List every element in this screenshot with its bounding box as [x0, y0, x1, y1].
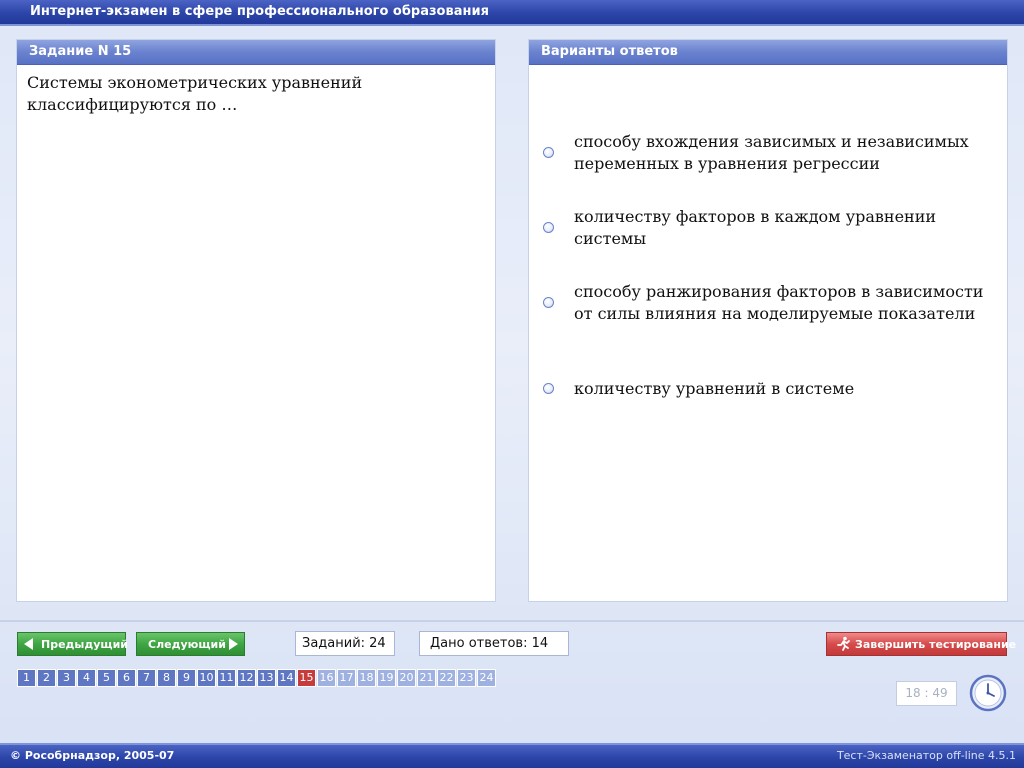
- task-number-5[interactable]: 5: [97, 669, 116, 687]
- task-number-20[interactable]: 20: [397, 669, 416, 687]
- task-panel: Задание N 15 Системы эконометрических ур…: [17, 40, 495, 601]
- task-number-13[interactable]: 13: [257, 669, 276, 687]
- task-number-3[interactable]: 3: [57, 669, 76, 687]
- arrow-right-icon: [229, 638, 238, 650]
- arrow-left-icon: [24, 638, 33, 650]
- answer-option-2[interactable]: количеству факторов в каждом уравнении с…: [543, 206, 983, 250]
- answer-option-4[interactable]: количеству уравнений в системе: [543, 378, 983, 400]
- version-text: Тест-Экзаменатор off-line 4.5.1: [836, 749, 1016, 762]
- task-number-22[interactable]: 22: [437, 669, 456, 687]
- copyright-text: © Рособрнадзор, 2005-07: [10, 749, 175, 762]
- task-number-7[interactable]: 7: [137, 669, 156, 687]
- radio-button-3[interactable]: [543, 297, 554, 308]
- finish-test-button[interactable]: Завершить тестирование: [826, 632, 1016, 656]
- answer-option-3-label[interactable]: способу ранжирования факторов в зависимо…: [574, 281, 984, 325]
- task-number-12[interactable]: 12: [237, 669, 256, 687]
- answer-option-4-label[interactable]: количеству уравнений в системе: [574, 378, 984, 400]
- answer-option-3[interactable]: способу ранжирования факторов в зависимо…: [543, 281, 983, 325]
- task-number-6[interactable]: 6: [117, 669, 136, 687]
- task-number-18[interactable]: 18: [357, 669, 376, 687]
- task-number-21[interactable]: 21: [417, 669, 436, 687]
- task-number-24[interactable]: 24: [477, 669, 496, 687]
- clock-icon: [969, 674, 1007, 712]
- task-number-2[interactable]: 2: [37, 669, 56, 687]
- radio-button-1[interactable]: [543, 147, 554, 158]
- tasks-count: Заданий: 24: [295, 631, 395, 656]
- copyright-label: Рособрнадзор, 2005-07: [24, 749, 175, 762]
- task-number-8[interactable]: 8: [157, 669, 176, 687]
- separator-line: [0, 620, 1024, 622]
- task-number-14[interactable]: 14: [277, 669, 296, 687]
- radio-button-4[interactable]: [543, 383, 554, 394]
- task-number-17[interactable]: 17: [337, 669, 356, 687]
- task-number-15[interactable]: 15: [297, 669, 316, 687]
- task-number-9[interactable]: 9: [177, 669, 196, 687]
- timer: 18 : 49: [896, 681, 957, 706]
- task-number-19[interactable]: 19: [377, 669, 396, 687]
- prev-button-label: Предыдущий: [41, 638, 129, 651]
- answers-panel-header: Варианты ответов: [529, 40, 1007, 65]
- radio-button-2[interactable]: [543, 222, 554, 233]
- finish-test-label: Завершить тестирование: [855, 638, 1017, 651]
- answers-panel: Варианты ответов способу вхождения завис…: [529, 40, 1007, 601]
- task-number-10[interactable]: 10: [197, 669, 216, 687]
- task-number-1[interactable]: 1: [17, 669, 36, 687]
- app-title: Интернет-экзамен в сфере профессионально…: [30, 4, 489, 19]
- prev-button[interactable]: Предыдущий: [17, 632, 129, 656]
- next-button-label: Следующий: [148, 638, 226, 651]
- running-man-icon: [837, 636, 850, 651]
- next-button[interactable]: Следующий: [136, 632, 245, 656]
- question-text: Системы эконометрических уравнений класс…: [27, 73, 363, 114]
- status-bar: © Рособрнадзор, 2005-07 Тест-Экзаменатор…: [0, 743, 1024, 768]
- task-number-23[interactable]: 23: [457, 669, 476, 687]
- task-number-11[interactable]: 11: [217, 669, 236, 687]
- answers-title: Варианты ответов: [541, 44, 678, 59]
- task-title: Задание N 15: [29, 44, 132, 59]
- task-panel-header: Задание N 15: [17, 40, 495, 65]
- answer-option-1-label[interactable]: способу вхождения зависимых и независимы…: [574, 131, 984, 175]
- answer-option-2-label[interactable]: количеству факторов в каждом уравнении с…: [574, 206, 984, 250]
- title-bar: Интернет-экзамен в сфере профессионально…: [0, 0, 1024, 26]
- task-number-4[interactable]: 4: [77, 669, 96, 687]
- task-number-16[interactable]: 16: [317, 669, 336, 687]
- answers-count: Дано ответов: 14: [419, 631, 569, 656]
- answer-option-1[interactable]: способу вхождения зависимых и независимы…: [543, 131, 983, 175]
